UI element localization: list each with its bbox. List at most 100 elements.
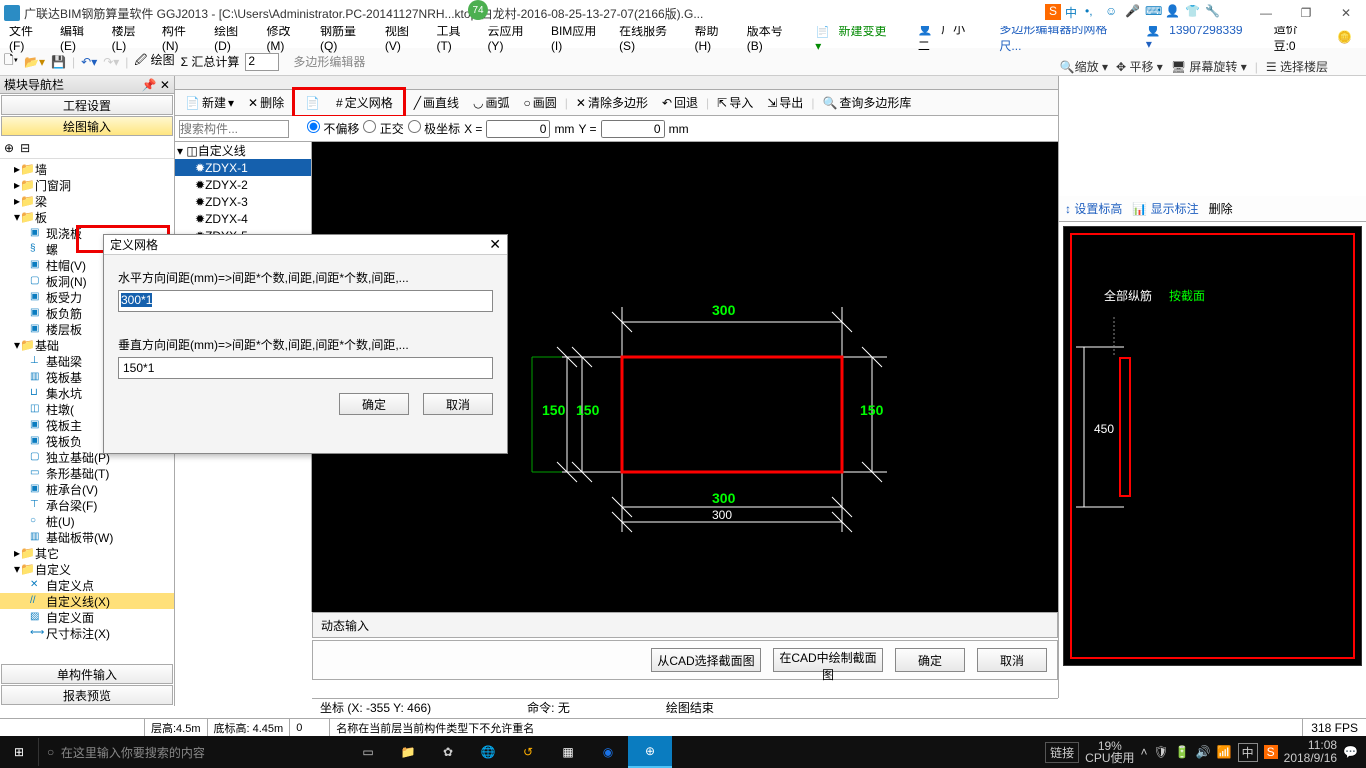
comp-root[interactable]: 自定义线 xyxy=(198,142,246,159)
app-task-icon[interactable]: ⊕ xyxy=(628,736,672,768)
y-input[interactable] xyxy=(601,120,665,138)
draw-arc-button[interactable]: ◡ 画弧 xyxy=(467,92,516,113)
cad-select-button[interactable]: 从CAD选择截面图 xyxy=(651,648,761,672)
back-button[interactable]: ↶ 回退 xyxy=(656,92,704,113)
fan-icon[interactable]: ✿ xyxy=(428,736,468,768)
dialog-ok-button[interactable]: 确定 xyxy=(339,393,409,415)
tray-notif-icon[interactable]: 💬 xyxy=(1343,745,1358,759)
close-button[interactable]: ✕ xyxy=(1326,0,1366,26)
ime-wrench-icon[interactable]: 🔧 xyxy=(1205,4,1221,20)
doc-icon[interactable]: 📄 xyxy=(299,94,326,112)
warning-cell: 名称在当前层当前构件类型下不允许重名 xyxy=(330,719,1303,736)
dialog-cancel-button[interactable]: 取消 xyxy=(423,393,493,415)
clear-polygon-button[interactable]: ✕ 清除多边形 xyxy=(570,92,654,113)
start-button[interactable]: ⊞ xyxy=(0,736,38,768)
sum-label[interactable]: Σ 汇总计算 xyxy=(181,53,240,70)
dynamic-input-bar: 动态输入 xyxy=(312,612,1058,638)
coin-icon[interactable]: 🪙 xyxy=(1332,28,1357,46)
svg-text:450: 450 xyxy=(1094,422,1114,436)
q-icon[interactable]: ◉ xyxy=(588,736,628,768)
horiz-input[interactable]: 300*1 xyxy=(121,293,152,307)
tab-single-input[interactable]: 单构件输入 xyxy=(1,664,173,684)
floor-spin[interactable]: 2 xyxy=(245,53,279,71)
import-button[interactable]: ⇱ 导入 xyxy=(711,92,759,113)
undo-icon[interactable]: ↶▾ xyxy=(81,55,97,69)
tray-s-icon[interactable]: S xyxy=(1264,745,1278,759)
comp-item-3[interactable]: ✹ ZDYX-3 xyxy=(175,193,311,210)
open-icon[interactable]: 📂▾ xyxy=(24,55,45,69)
show-label-button[interactable]: 📊 显示标注 xyxy=(1132,200,1198,217)
polar-radio[interactable]: 极坐标 xyxy=(408,120,460,137)
tray-volume-icon[interactable]: 🔊 xyxy=(1196,745,1211,759)
define-grid-button[interactable]: # 定义网格 xyxy=(330,92,399,113)
new-icon[interactable]: 🗋▾ xyxy=(4,51,18,72)
section-preview[interactable]: 全部纵筋 按截面 450 xyxy=(1063,226,1362,666)
taskbar-search[interactable]: ○ 在这里输入你要搜索的内容 xyxy=(38,738,348,766)
search-members-input[interactable] xyxy=(179,120,289,138)
ime-kbd-icon[interactable]: ⌨ xyxy=(1145,4,1161,20)
redo-icon[interactable]: ↷▾ xyxy=(103,55,119,69)
comp-item-1[interactable]: ✹ ZDYX-1 xyxy=(175,159,311,176)
tab-draw-input[interactable]: 绘图输入 xyxy=(1,116,173,136)
ime-person-icon[interactable]: 👤 xyxy=(1165,4,1181,20)
expand-icon[interactable]: ⊕ xyxy=(4,141,14,155)
save-icon[interactable]: 💾 xyxy=(51,55,66,69)
cancel-button[interactable]: 取消 xyxy=(977,648,1047,672)
bottom-button-row: 从CAD选择截面图 在CAD中绘制截面图 确定 取消 xyxy=(312,640,1058,680)
video-icon[interactable]: ▦ xyxy=(548,736,588,768)
pin-icon[interactable]: 📌 ✕ xyxy=(142,78,170,92)
tray-wifi-icon[interactable]: 📶 xyxy=(1217,745,1232,759)
draw-circle-button[interactable]: ○ 画圆 xyxy=(517,92,562,113)
set-elevation-button[interactable]: ↕ 设置标高 xyxy=(1065,200,1122,217)
collapse-icon[interactable]: ⊟ xyxy=(20,141,30,155)
ime-dot-icon[interactable]: •, xyxy=(1085,4,1101,20)
dialog-close-icon[interactable]: ✕ xyxy=(489,236,501,253)
dialog-title: 定义网格 xyxy=(110,236,158,253)
taskview-icon[interactable]: ▭ xyxy=(348,736,388,768)
tray-battery-icon[interactable]: 🔋 xyxy=(1175,745,1190,759)
query-polylib-button[interactable]: 🔍 查询多边形库 xyxy=(816,92,917,113)
comp-item-2[interactable]: ✹ ZDYX-2 xyxy=(175,176,311,193)
select-floor-button[interactable]: ☰ 选择楼层 xyxy=(1266,58,1328,75)
delete-preview-button[interactable]: 删除 xyxy=(1209,200,1233,217)
comp-item-4[interactable]: ✹ ZDYX-4 xyxy=(175,210,311,227)
cpu-meter[interactable]: 19%CPU使用 xyxy=(1085,740,1134,764)
noshift-radio[interactable]: 不偏移 xyxy=(307,120,359,137)
zoom-dropdown[interactable]: 🔍缩放 ▾ xyxy=(1060,58,1108,75)
tray-chevron-icon[interactable]: ˄ xyxy=(1141,745,1148,759)
vert-label: 垂直方向间距(mm)=>间距*个数,间距,间距*个数,间距,... xyxy=(118,336,493,353)
ime-icon[interactable]: S xyxy=(1045,4,1061,20)
tray-clock[interactable]: 11:082018/9/16 xyxy=(1284,739,1337,765)
ime-mic-icon[interactable]: 🎤 xyxy=(1125,4,1141,20)
delete-button[interactable]: ✕ 删除 xyxy=(242,92,290,113)
tab-project-settings[interactable]: 工程设置 xyxy=(1,95,173,115)
cad-draw-button[interactable]: 在CAD中绘制截面图 xyxy=(773,648,883,672)
draw-label[interactable]: 🖉 绘图 xyxy=(134,51,174,72)
ime-smile-icon[interactable]: ☺ xyxy=(1105,4,1121,20)
maximize-button[interactable]: ❐ xyxy=(1286,0,1326,26)
link-label[interactable]: 链接 xyxy=(1045,742,1079,763)
ok-button[interactable]: 确定 xyxy=(895,648,965,672)
ime-shirt-icon[interactable]: 👕 xyxy=(1185,4,1201,20)
draw-line-button[interactable]: ╱ 画直线 xyxy=(408,92,465,113)
swirl-icon[interactable]: ↺ xyxy=(508,736,548,768)
dialog-titlebar[interactable]: 定义网格 ✕ xyxy=(104,235,507,255)
tray-ime-icon[interactable]: 中 xyxy=(1238,743,1258,762)
ime-zh-icon[interactable]: 中 xyxy=(1065,4,1081,20)
window-buttons: — ❐ ✕ xyxy=(1246,0,1366,26)
ortho-radio[interactable]: 正交 xyxy=(363,120,403,137)
pan-dropdown[interactable]: ✥ 平移 ▾ xyxy=(1116,58,1163,75)
edge-icon[interactable]: 🌐 xyxy=(468,736,508,768)
x-input[interactable] xyxy=(486,120,550,138)
mm-label-1: mm xyxy=(554,122,574,136)
screen-rotate-dropdown[interactable]: 🖥 屏幕旋转 ▾ xyxy=(1171,58,1247,75)
tray-shield-icon[interactable]: 🛡 xyxy=(1154,745,1169,759)
tab-report-preview[interactable]: 报表预览 xyxy=(1,685,173,705)
minimize-button[interactable]: — xyxy=(1246,0,1286,26)
new-button[interactable]: 📄 新建 ▾ xyxy=(179,92,240,113)
export-button[interactable]: ⇲ 导出 xyxy=(761,92,809,113)
folder-icon[interactable]: 📁 xyxy=(388,736,428,768)
status-line-1: 坐标 (X: -355 Y: 466) 命令: 无 绘图结束 xyxy=(312,698,1058,716)
vert-input[interactable] xyxy=(118,357,493,379)
polyedit-hint: 多边形编辑器 xyxy=(293,53,365,70)
